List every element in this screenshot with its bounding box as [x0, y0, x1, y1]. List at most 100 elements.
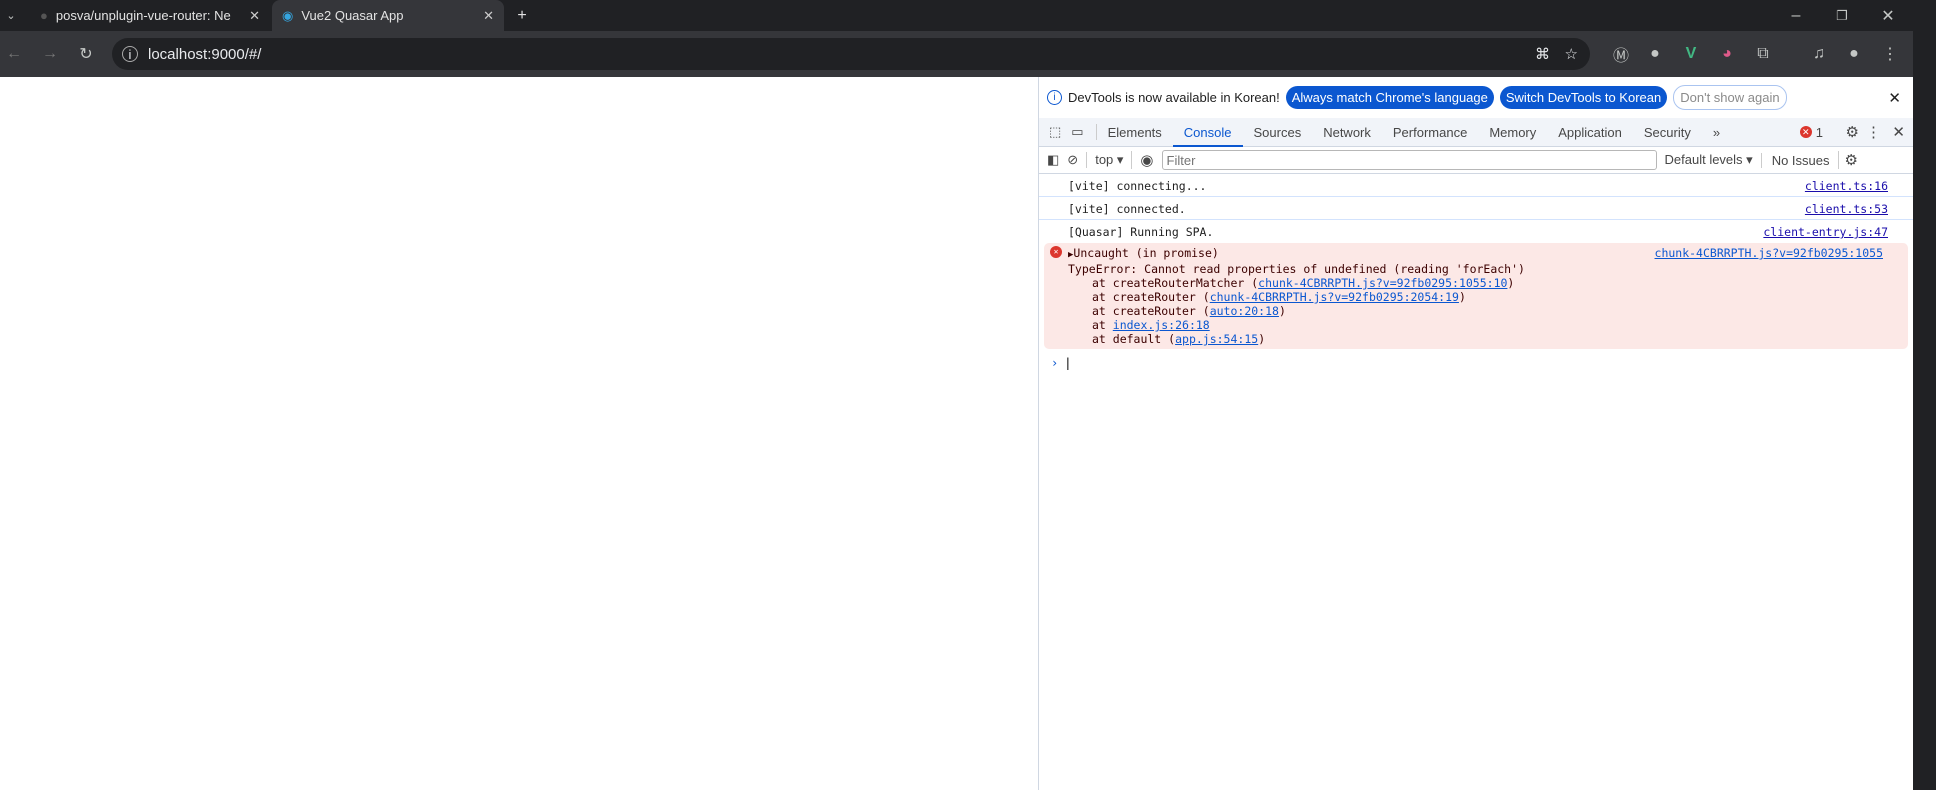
frame-link[interactable]: auto:20:18 [1210, 304, 1279, 318]
console-toolbar: ◧ ⊘ top ▾ ◉ Default levels ▾ No Issues ⚙ [1039, 147, 1913, 174]
log-levels-dropdown[interactable]: Default levels ▾ [1665, 152, 1753, 168]
side-panel-strip [1913, 0, 1936, 790]
source-link[interactable]: client.ts:53 [1805, 198, 1888, 220]
frame-link[interactable]: chunk-4CBRRPTH.js?v=92fb0295:1055:10 [1258, 276, 1507, 290]
back-icon[interactable]: ← [0, 31, 28, 77]
menu-kebab-icon[interactable]: ⋮ [1876, 31, 1904, 77]
tab-elements[interactable]: Elements [1097, 118, 1173, 147]
tab-strip: ⌄ ● posva/unplugin-vue-router: Ne ✕ ◉ Vu… [0, 0, 1936, 31]
vue-icon: ◉ [282, 7, 294, 23]
tab-title: Vue2 Quasar App [301, 8, 404, 23]
message-text: [Quasar] Running SPA. [1068, 225, 1214, 239]
console-prompt-input[interactable]: › | [1051, 356, 1901, 376]
frame-text: at createRouter ( [1092, 290, 1210, 304]
source-link[interactable]: client-entry.js:47 [1763, 221, 1888, 243]
frame-text: at createRouter ( [1092, 304, 1210, 318]
media-control-icon[interactable]: ♫ [1805, 31, 1833, 77]
github-icon: ● [40, 8, 48, 23]
tab-application[interactable]: Application [1547, 118, 1633, 147]
console-error: ✕ ▶Uncaught (in promise) chunk-4CBRRPTH.… [1044, 243, 1908, 349]
frame-link[interactable]: index.js:26:18 [1113, 318, 1210, 332]
console-message: [vite] connecting... client.ts:16 [1039, 175, 1913, 197]
new-tab-icon[interactable]: + [508, 0, 536, 31]
frame-text: at [1092, 318, 1113, 332]
more-tabs-icon[interactable]: » [1702, 118, 1731, 147]
tab-performance[interactable]: Performance [1382, 118, 1478, 147]
devtools-tabs: ⬚ ▭ Elements Console Sources Network Per… [1039, 118, 1913, 147]
frame-link[interactable]: chunk-4CBRRPTH.js?v=92fb0295:2054:19 [1210, 290, 1459, 304]
infobar-message: DevTools is now available in Korean! [1068, 90, 1280, 105]
devtools-panel: i DevTools is now available in Korean! A… [1038, 77, 1913, 790]
error-icon: ✕ [1050, 246, 1062, 258]
frame-text: at default ( [1092, 332, 1176, 346]
close-window-icon[interactable]: ✕ [1874, 0, 1902, 31]
browser-tab[interactable]: ● posva/unplugin-vue-router: Ne ✕ [30, 0, 270, 31]
inspect-element-icon[interactable]: ⬚ [1039, 124, 1067, 140]
close-devtools-icon[interactable]: ✕ [1892, 123, 1905, 141]
device-toolbar-icon[interactable]: ▭ [1067, 124, 1097, 140]
tab-sources[interactable]: Sources [1243, 118, 1313, 147]
info-icon: i [1047, 90, 1062, 105]
close-tab-icon[interactable]: ✕ [483, 8, 494, 24]
sidebar-toggle-icon[interactable]: ◧ [1047, 152, 1059, 168]
reload-icon[interactable]: ↻ [72, 31, 100, 77]
switch-korean-button[interactable]: Switch DevTools to Korean [1499, 86, 1668, 109]
clear-console-icon[interactable]: ⊘ [1067, 152, 1078, 168]
stack-frame: at createRouter (chunk-4CBRRPTH.js?v=92f… [1068, 290, 1908, 304]
console-settings-icon[interactable]: ⚙ [1837, 151, 1858, 169]
bookmark-star-icon[interactable]: ☆ [1565, 45, 1578, 63]
extensions-puzzle-icon[interactable]: ⧉ [1749, 31, 1777, 77]
live-expression-eye-icon[interactable]: ◉ [1131, 151, 1154, 169]
vue-devtools-icon[interactable]: V [1677, 31, 1705, 77]
tab-console[interactable]: Console [1172, 118, 1243, 147]
address-bar[interactable]: i localhost:9000/#/ ⌘ ☆ [112, 38, 1590, 70]
extension-circle-icon[interactable]: ● [1641, 31, 1669, 77]
frame-suffix: ) [1278, 304, 1286, 318]
tab-memory[interactable]: Memory [1478, 118, 1547, 147]
error-icon: ✕ [1799, 126, 1812, 138]
context-selector[interactable]: top ▾ [1086, 152, 1123, 168]
frame-link[interactable]: app.js:54:15 [1175, 332, 1258, 346]
error-message: TypeError: Cannot read properties of und… [1068, 262, 1525, 276]
stack-frame: at default (app.js:54:15) [1068, 332, 1908, 346]
error-source-link[interactable]: chunk-4CBRRPTH.js?v=92fb0295:1055 [1655, 246, 1883, 260]
devtools-menu-icon[interactable]: ⋮ [1866, 123, 1881, 141]
match-language-button[interactable]: Always match Chrome's language [1285, 86, 1494, 109]
console-message: [Quasar] Running SPA. client-entry.js:47 [1039, 221, 1913, 243]
log-levels-label: Default levels [1664, 152, 1743, 167]
extension-color-icon[interactable]: ◕ [1713, 31, 1741, 77]
url-text[interactable]: localhost:9000/#/ [148, 46, 261, 63]
browser-tab-active[interactable]: ◉ Vue2 Quasar App ✕ [272, 0, 504, 31]
tab-network[interactable]: Network [1312, 118, 1382, 147]
site-info-icon[interactable]: i [122, 46, 138, 62]
frame-suffix: ) [1507, 276, 1515, 290]
context-value: top [1095, 152, 1114, 167]
language-infobar: i DevTools is now available in Korean! A… [1039, 77, 1913, 118]
tab-security[interactable]: Security [1633, 118, 1702, 147]
close-infobar-icon[interactable]: ✕ [1888, 89, 1901, 107]
extension-m-icon[interactable]: Ⓜ [1607, 31, 1635, 77]
forward-icon[interactable]: → [36, 31, 64, 77]
source-link[interactable]: client.ts:16 [1805, 175, 1888, 197]
profile-avatar-icon[interactable]: ● [1840, 31, 1868, 77]
tab-search-icon[interactable]: ⌄ [0, 0, 22, 31]
issues-button[interactable]: No Issues [1760, 152, 1830, 168]
filter-input[interactable] [1161, 150, 1657, 170]
settings-gear-icon[interactable]: ⚙ [1846, 123, 1859, 141]
message-text: [vite] connecting... [1068, 179, 1207, 193]
error-counter[interactable]: ✕ 1 [1799, 124, 1823, 140]
stack-frame: at createRouterMatcher (chunk-4CBRRPTH.j… [1068, 276, 1908, 290]
error-count: 1 [1815, 124, 1823, 140]
close-tab-icon[interactable]: ✕ [249, 8, 260, 24]
stack-frame: at index.js:26:18 [1068, 318, 1908, 332]
frame-suffix: ) [1458, 290, 1466, 304]
restore-icon[interactable]: ❐ [1828, 0, 1856, 31]
translate-icon[interactable]: ⌘ [1535, 45, 1550, 63]
dont-show-again-button[interactable]: Don't show again [1673, 85, 1787, 110]
error-summary[interactable]: Uncaught (in promise) [1073, 246, 1218, 260]
frame-suffix: ) [1258, 332, 1266, 346]
minimize-icon[interactable]: – [1782, 0, 1810, 31]
browser-toolbar: ← → ↻ i localhost:9000/#/ ⌘ ☆ Ⓜ ● V ◕ ⧉ … [0, 31, 1913, 77]
message-text: [vite] connected. [1068, 202, 1186, 216]
frame-text: at createRouterMatcher ( [1092, 276, 1259, 290]
